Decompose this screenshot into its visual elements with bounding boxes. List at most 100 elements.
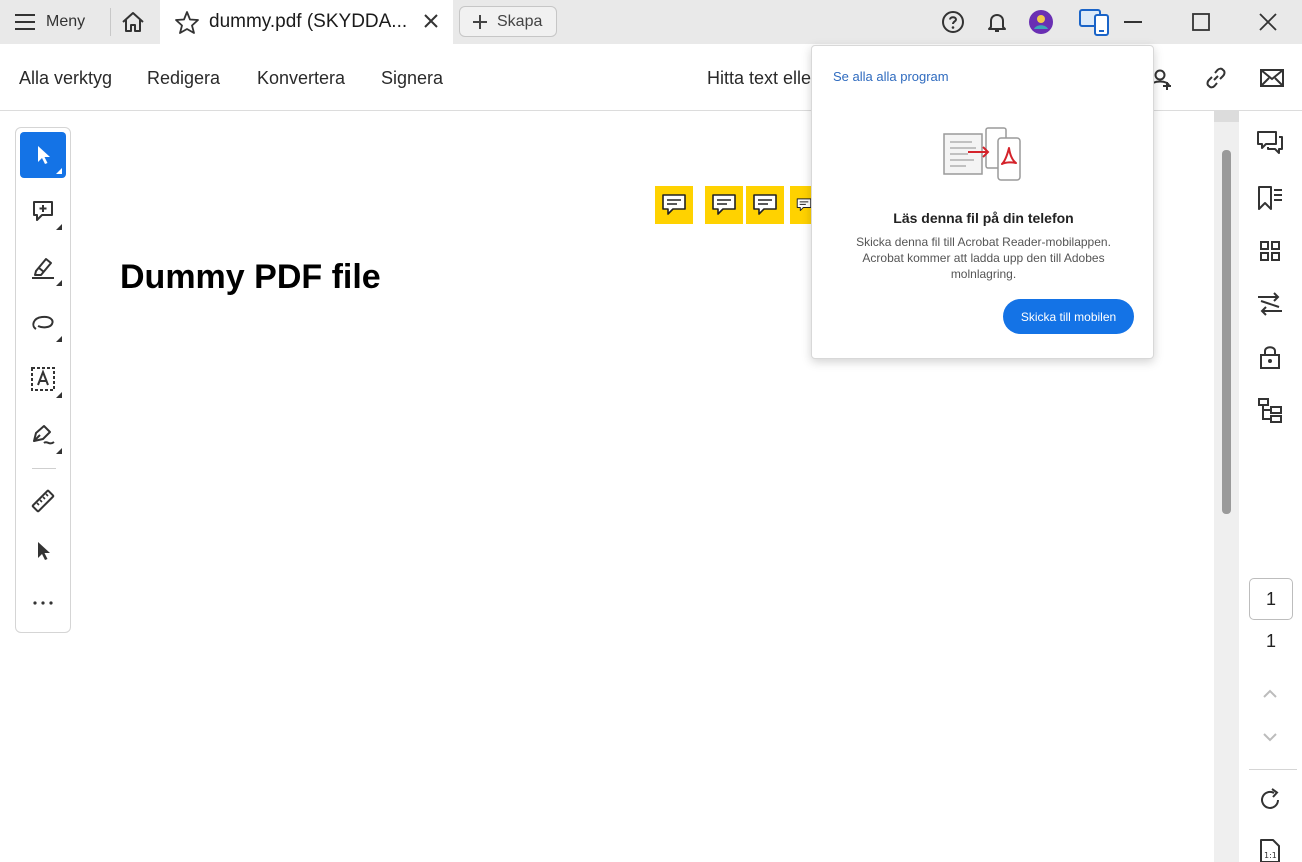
menu-label: Meny xyxy=(46,13,86,30)
highlight-tool[interactable] xyxy=(20,244,66,290)
menu-button[interactable]: Meny xyxy=(14,8,85,36)
mail-button[interactable] xyxy=(1258,64,1286,92)
actual-size-icon: 1:1 xyxy=(1260,839,1280,862)
bell-icon xyxy=(988,14,1006,32)
svg-text:1:1: 1:1 xyxy=(1264,851,1277,860)
comments-panel-button[interactable] xyxy=(1256,129,1284,157)
select-pointer-icon xyxy=(38,146,50,164)
compare-icon xyxy=(1258,292,1282,316)
compare-panel-button[interactable] xyxy=(1256,290,1284,318)
sign-tool[interactable] xyxy=(20,412,66,458)
plus-icon xyxy=(473,14,487,29)
minimize-button[interactable] xyxy=(1119,8,1147,36)
maximize-icon xyxy=(1192,13,1210,31)
titlebar-divider xyxy=(110,8,111,36)
tab-title: dummy.pdf (SKYDDA... xyxy=(209,11,408,32)
home-icon xyxy=(122,12,144,32)
star-icon[interactable] xyxy=(174,10,200,35)
protect-icon xyxy=(1260,346,1280,369)
submenu-indicator xyxy=(56,392,62,398)
submenu-indicator xyxy=(56,168,62,174)
more-tools-button[interactable] xyxy=(20,580,66,626)
find-text-field[interactable]: Hitta text elle xyxy=(707,68,811,89)
rotate-icon xyxy=(1261,788,1279,809)
total-pages: 1 xyxy=(1265,631,1276,651)
highlight-icon xyxy=(32,258,54,279)
help-button[interactable] xyxy=(939,8,967,36)
tools-separator xyxy=(32,468,56,469)
nav-edit[interactable]: Redigera xyxy=(147,68,220,89)
thumbnails-icon xyxy=(1260,241,1280,261)
close-window-button[interactable] xyxy=(1254,8,1282,36)
text-box-tool[interactable] xyxy=(20,356,66,402)
pointer-tool[interactable] xyxy=(20,528,66,574)
home-button[interactable] xyxy=(118,8,148,36)
comment-note-icon xyxy=(712,194,736,215)
mobile-devices-icon xyxy=(1079,9,1109,36)
rotate-button[interactable] xyxy=(1256,786,1284,814)
current-page-input[interactable]: 1 xyxy=(1249,578,1293,620)
measure-ruler-icon xyxy=(31,489,55,513)
next-page-button[interactable] xyxy=(1256,723,1284,751)
thumbnails-panel-button[interactable] xyxy=(1256,237,1284,265)
bookmarks-panel-button[interactable] xyxy=(1256,184,1284,212)
phone-transfer-illustration xyxy=(943,127,1021,181)
comment-note-icon xyxy=(662,194,686,215)
draw-tool[interactable] xyxy=(20,300,66,346)
hamburger-icon xyxy=(15,14,35,30)
text-box-icon xyxy=(31,367,55,391)
close-tab-icon[interactable] xyxy=(422,12,440,30)
minimize-icon xyxy=(1124,21,1142,23)
submenu-indicator xyxy=(56,280,62,286)
create-button[interactable]: Skapa xyxy=(459,6,557,37)
right-rail: 1 1 1:1 xyxy=(1239,111,1302,862)
send-to-mobile-button[interactable]: Skicka till mobilen xyxy=(1003,299,1134,334)
link-button[interactable] xyxy=(1202,64,1230,92)
chevron-up-icon xyxy=(1263,689,1277,698)
comment-note[interactable] xyxy=(790,186,812,224)
mail-icon xyxy=(1260,69,1284,87)
add-comment-icon xyxy=(33,201,53,221)
submenu-indicator xyxy=(56,448,62,454)
avatar[interactable] xyxy=(1027,8,1055,36)
select-tool[interactable] xyxy=(20,132,66,178)
read-on-phone-popover: Se alla alla program Läs denna fil på di… xyxy=(811,45,1154,359)
mobile-devices-button[interactable] xyxy=(1077,8,1113,36)
create-label: Skapa xyxy=(497,12,543,30)
popover-description: Skicka denna fil till Acrobat Reader-mob… xyxy=(856,235,1111,281)
comment-note[interactable] xyxy=(705,186,743,224)
more-icon xyxy=(33,601,53,605)
protect-panel-button[interactable] xyxy=(1256,343,1284,371)
maximize-button[interactable] xyxy=(1187,8,1215,36)
close-icon xyxy=(1259,13,1277,31)
comment-note[interactable] xyxy=(655,186,693,224)
link-icon xyxy=(1206,67,1226,89)
quick-tools-panel xyxy=(15,127,71,633)
comment-tool[interactable] xyxy=(20,188,66,234)
comment-note-icon xyxy=(796,198,812,212)
see-all-apps-link[interactable]: Se alla alla program xyxy=(833,69,949,84)
title-bar: Meny dummy.pdf (SKYDDA... Skapa xyxy=(0,0,1302,44)
scrollbar-top-cap[interactable] xyxy=(1214,111,1239,122)
comment-note[interactable] xyxy=(746,186,784,224)
previous-page-button[interactable] xyxy=(1256,680,1284,708)
avatar-icon xyxy=(1029,10,1053,34)
rail-separator xyxy=(1249,769,1297,770)
document-heading: Dummy PDF file xyxy=(120,258,381,296)
notifications-button[interactable] xyxy=(983,8,1011,36)
chevron-down-icon xyxy=(1263,733,1277,742)
comments-icon xyxy=(1257,131,1283,154)
nav-sign[interactable]: Signera xyxy=(381,68,443,89)
actual-size-button[interactable]: 1:1 xyxy=(1256,837,1284,862)
measure-tool[interactable] xyxy=(20,478,66,524)
nav-all-tools[interactable]: Alla verktyg xyxy=(19,68,112,89)
scrollbar-thumb[interactable] xyxy=(1222,150,1231,514)
bookmarks-icon xyxy=(1258,186,1282,210)
nav-convert[interactable]: Konvertera xyxy=(257,68,345,89)
document-tab[interactable]: dummy.pdf (SKYDDA... xyxy=(160,0,453,44)
submenu-indicator xyxy=(56,336,62,342)
draw-shape-icon xyxy=(32,315,54,330)
arrow-pointer-icon xyxy=(38,542,50,560)
comment-note-icon xyxy=(753,194,777,215)
structure-panel-button[interactable] xyxy=(1256,396,1284,424)
